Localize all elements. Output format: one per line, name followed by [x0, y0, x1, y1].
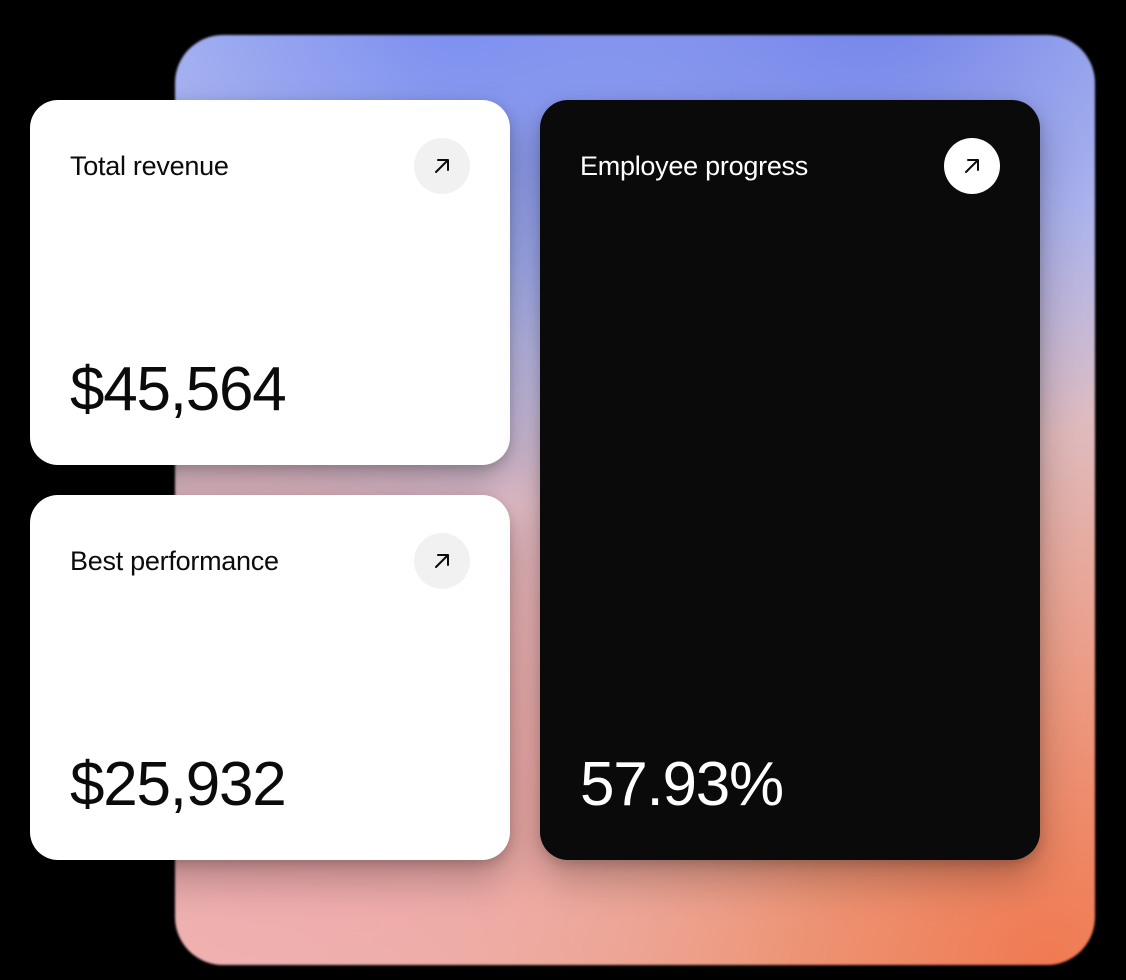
card-title: Total revenue [70, 151, 229, 182]
open-revenue-button[interactable] [414, 138, 470, 194]
card-value: $45,564 [70, 359, 470, 421]
card-best-performance: Best performance $25,932 [30, 495, 510, 860]
open-performance-button[interactable] [414, 533, 470, 589]
card-header: Employee progress [580, 138, 1000, 194]
dashboard-grid: Total revenue $45,564 Best performance [30, 100, 1040, 860]
open-progress-button[interactable] [944, 138, 1000, 194]
arrow-up-right-icon [430, 154, 454, 178]
card-title: Best performance [70, 546, 279, 577]
card-header: Best performance [70, 533, 470, 589]
card-total-revenue: Total revenue $45,564 [30, 100, 510, 465]
arrow-up-right-icon [430, 549, 454, 573]
arrow-up-right-icon [960, 154, 984, 178]
card-header: Total revenue [70, 138, 470, 194]
card-title: Employee progress [580, 151, 808, 182]
card-value: 57.93% [580, 754, 1000, 816]
card-employee-progress: Employee progress 57.93% [540, 100, 1040, 860]
left-column: Total revenue $45,564 Best performance [30, 100, 510, 860]
card-value: $25,932 [70, 754, 470, 816]
